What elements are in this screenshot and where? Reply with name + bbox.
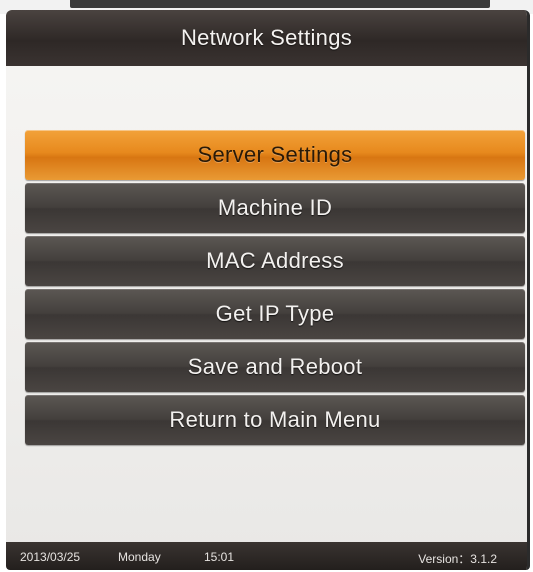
status-time: 15:01 — [204, 550, 235, 564]
menu-item-label: Save and Reboot — [187, 354, 363, 379]
menu-item-machine-id[interactable]: Machine ID — [25, 183, 525, 233]
menu-item-label: Machine ID — [217, 195, 333, 220]
status-day: Monday — [118, 550, 161, 564]
menu-item-label: Return to Main Menu — [169, 407, 381, 432]
page-title: Network Settings — [180, 25, 353, 50]
status-date: 2013/03/25 — [20, 550, 81, 564]
menu-item-label: Get IP Type — [215, 301, 335, 326]
menu-item-server-settings[interactable]: Server Settings — [25, 130, 525, 180]
main-content: Server Settings Machine ID MAC Address G… — [6, 66, 527, 554]
device-screen: Network Settings Server Settings Machine… — [6, 10, 530, 570]
menu-item-get-ip-type[interactable]: Get IP Type — [25, 289, 525, 339]
settings-menu: Server Settings Machine ID MAC Address G… — [25, 130, 525, 448]
menu-item-label: Server Settings — [197, 142, 353, 167]
status-bar: 2013/03/25 Monday 15:01 Version：3.1.2 — [6, 542, 527, 570]
title-bar: Network Settings — [6, 10, 527, 66]
bezel-shadow — [70, 0, 490, 8]
menu-item-return-to-main-menu[interactable]: Return to Main Menu — [25, 395, 525, 445]
menu-item-mac-address[interactable]: MAC Address — [25, 236, 525, 286]
menu-item-label: MAC Address — [206, 248, 344, 273]
menu-item-save-and-reboot[interactable]: Save and Reboot — [25, 342, 525, 392]
status-version: Version：3.1.2 — [418, 552, 497, 566]
